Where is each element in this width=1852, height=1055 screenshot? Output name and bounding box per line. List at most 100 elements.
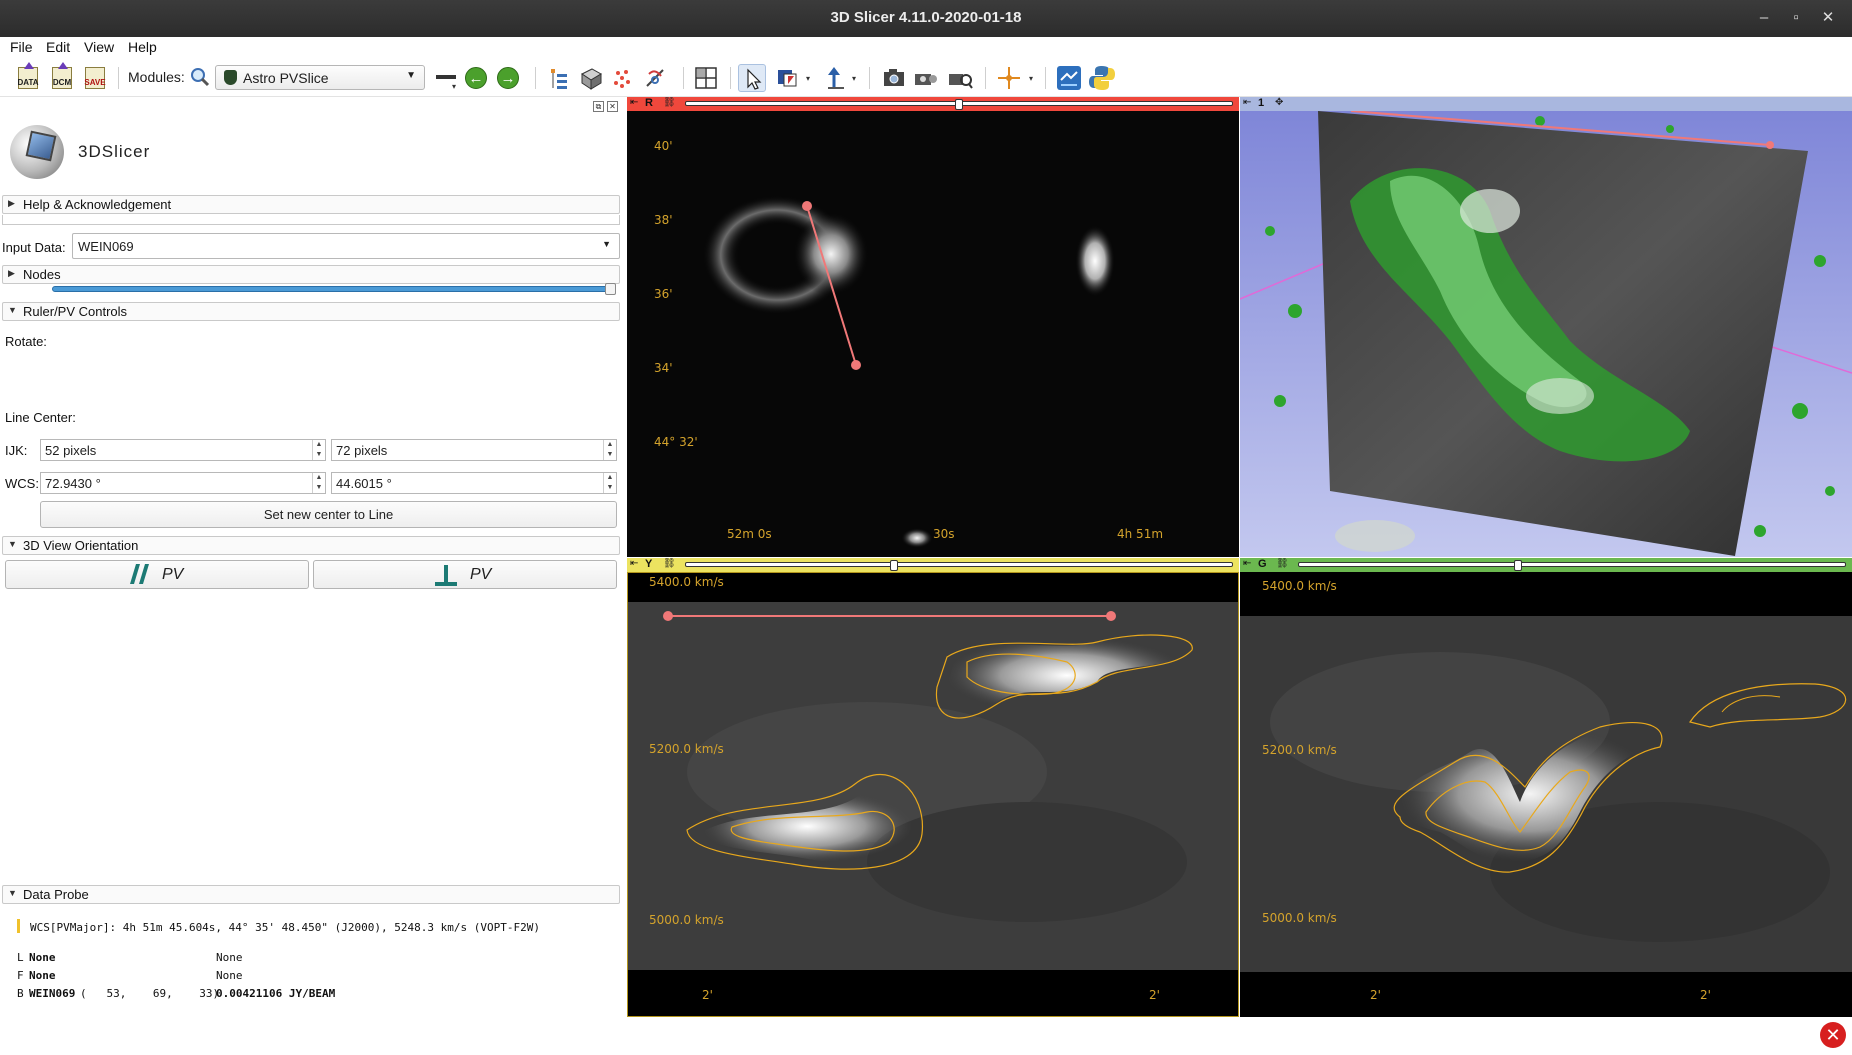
camera-icon	[884, 69, 904, 86]
input-data-selector[interactable]: WEIN069 ▼	[72, 233, 620, 259]
module-selector[interactable]: Astro PVSlice ▼	[215, 65, 425, 90]
green-slider-handle[interactable]	[1514, 560, 1522, 571]
place-markup-button[interactable]: ▾	[822, 64, 856, 92]
screenshot-button[interactable]	[880, 64, 908, 92]
models-module-button[interactable]	[609, 64, 637, 92]
close-icon[interactable]: ✕	[1818, 8, 1838, 28]
back-arrow-icon: ←	[465, 67, 487, 89]
chevron-down-icon: ▼	[406, 70, 416, 81]
maximize-icon[interactable]: ▫	[1786, 8, 1806, 28]
probe-wcs-line: WCS[PVMajor]: 4h 51m 45.604s, 44° 35' 48…	[30, 921, 540, 934]
minimize-icon[interactable]: –	[1754, 8, 1774, 28]
green-slice-view[interactable]: ⇤ G ⛓ 5400.0 km/s 5200.0 km/s 5000.0 km/…	[1240, 558, 1852, 1017]
module-search-button[interactable]	[186, 64, 214, 92]
pv-ruler-endpoint-a[interactable]	[663, 611, 673, 621]
panel-close-icon[interactable]: ✕	[607, 101, 618, 112]
set-center-button[interactable]: Set new center to Line	[40, 501, 617, 528]
data-module-button[interactable]	[545, 64, 573, 92]
red-slice-image	[627, 111, 1239, 557]
wcs-ra-spinbox[interactable]: 72.9430 ° ▲ ▼	[40, 472, 326, 494]
probe-layer-f: F	[17, 969, 24, 982]
forward-button[interactable]: →	[494, 64, 522, 92]
red-y-tick: 36'	[654, 287, 673, 301]
section-ruler-pv[interactable]: ▼ Ruler/PV Controls	[2, 302, 620, 321]
pv-ruler-endpoint-b[interactable]	[1106, 611, 1116, 621]
green-view-controller: ⇤ G ⛓	[1240, 558, 1852, 572]
pin-icon[interactable]: ⇤	[1243, 97, 1251, 108]
link-icon[interactable]: ⛓	[1276, 558, 1289, 569]
spin-arrows-icon[interactable]: ▲ ▼	[312, 473, 325, 493]
pin-icon[interactable]: ⇤	[1243, 558, 1251, 569]
threed-render	[1240, 111, 1852, 557]
probe-name-l: None	[29, 951, 56, 964]
load-data-button[interactable]: DATA	[14, 62, 42, 92]
error-icon[interactable]: ✕	[1820, 1022, 1846, 1048]
green-slice-offset-slider[interactable]	[1298, 562, 1846, 567]
menu-edit[interactable]: Edit	[46, 39, 70, 55]
ijk-j-spinbox[interactable]: 72 pixels ▲ ▼	[331, 439, 617, 461]
crosshair-icon	[998, 67, 1020, 89]
tree-icon	[551, 69, 567, 89]
section-nodes[interactable]: ▶ Nodes	[2, 265, 620, 284]
app-window: 3D Slicer 4.11.0-2020-01-18 – ▫ ✕ File E…	[0, 0, 1852, 1055]
spin-arrows-icon[interactable]: ▲ ▼	[603, 440, 616, 460]
pv-perpendicular-button[interactable]: PV	[313, 560, 617, 589]
yellow-slice-offset-slider[interactable]	[685, 562, 1233, 567]
section-3d-orientation[interactable]: ▼ 3D View Orientation	[2, 536, 620, 555]
line-center-label: Line Center:	[5, 410, 76, 425]
spin-arrows-icon[interactable]: ▲ ▼	[312, 440, 325, 460]
rotate-label: Rotate:	[5, 334, 47, 349]
menu-file[interactable]: File	[10, 39, 33, 55]
yellow-slice-view[interactable]: ⇤ Y ⛓ 5400.0 km/s 5200.0 km/s 5000.0 km/…	[627, 558, 1239, 1017]
dicom-button[interactable]: DCM	[48, 62, 76, 92]
threed-ruler-endpoint[interactable]	[1766, 141, 1774, 149]
volumes-module-button[interactable]	[577, 64, 605, 92]
wcs-dec-spinbox[interactable]: 44.6015 ° ▲ ▼	[331, 472, 617, 494]
rotate-slider[interactable]	[52, 286, 616, 292]
link-icon[interactable]: ⛓	[663, 97, 676, 108]
scene-views-button[interactable]	[946, 64, 974, 92]
galaxy-secondary	[1075, 225, 1115, 297]
menu-view[interactable]: View	[84, 39, 114, 55]
pin-icon[interactable]: ⇤	[630, 97, 638, 108]
extension-manager-button[interactable]	[1055, 64, 1083, 92]
red-view-controller: ⇤ R ⛓	[627, 97, 1239, 111]
view-settings-icon[interactable]: ✥	[1275, 97, 1283, 108]
link-icon[interactable]: ⛓	[663, 558, 676, 569]
save-button[interactable]: SAVE	[81, 64, 109, 92]
chevron-down-icon: ▼	[602, 239, 611, 249]
toolbar-separator	[535, 67, 536, 89]
section-help[interactable]: ▶ Help & Acknowledgement	[2, 195, 620, 214]
pv-parallel-button[interactable]: PV	[5, 560, 309, 589]
scene-view-button[interactable]	[912, 64, 940, 92]
section-help-body	[2, 215, 620, 225]
ijk-i-spinbox[interactable]: 52 pixels ▲ ▼	[40, 439, 326, 461]
red-slice-view[interactable]: ⇤ R ⛓ 40' 38' 36' 34' 44° 32' 52m 0s 30s…	[627, 97, 1239, 557]
slicer-logo	[8, 119, 70, 181]
ruler-endpoint-b[interactable]	[851, 360, 861, 370]
spin-arrows-icon[interactable]: ▲ ▼	[603, 473, 616, 493]
layout-button[interactable]	[692, 64, 720, 92]
scene-camera-icon	[915, 74, 937, 85]
perpendicular-icon	[435, 565, 457, 586]
rotate-slider-handle[interactable]	[605, 283, 616, 295]
threed-view[interactable]: ⇤ 1 ✥	[1240, 97, 1852, 557]
transforms-module-button[interactable]	[641, 64, 669, 92]
red-y-tick: 38'	[654, 213, 673, 227]
probe-name-f: None	[29, 969, 56, 982]
pin-icon[interactable]: ⇤	[630, 558, 638, 569]
python-console-button[interactable]	[1088, 64, 1116, 92]
module-history-button[interactable]: ▾	[432, 64, 460, 92]
green-x-tick: 2'	[1370, 988, 1381, 1002]
pointer-mode-button[interactable]	[738, 64, 766, 92]
undock-icon[interactable]: ⧉	[593, 101, 604, 112]
crosshair-button[interactable]: ▾	[995, 64, 1033, 92]
load-data-icon: DATA	[17, 62, 39, 89]
menu-help[interactable]: Help	[128, 39, 157, 55]
red-slider-handle[interactable]	[955, 99, 963, 110]
ruler-endpoint-a[interactable]	[802, 201, 812, 211]
yellow-slider-handle[interactable]	[890, 560, 899, 571]
back-button[interactable]: ←	[462, 64, 490, 92]
window-level-button[interactable]: ▾	[774, 64, 810, 92]
section-data-probe[interactable]: ▼ Data Probe	[2, 885, 620, 904]
